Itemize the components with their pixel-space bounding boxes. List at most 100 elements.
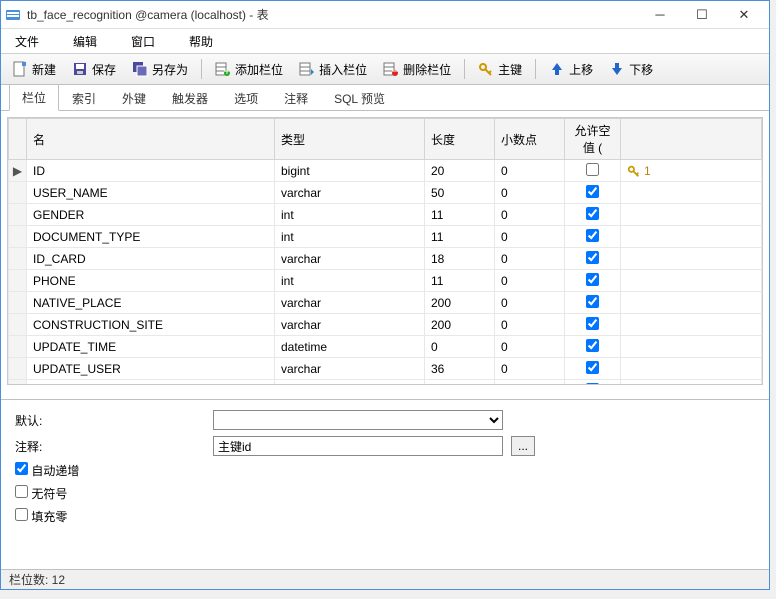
table-row[interactable]: UPDATE_TIMEdatetime00 [9,336,762,358]
cell-key[interactable] [621,226,762,248]
delcol-button[interactable]: − 删除栏位 [376,57,458,81]
table-row[interactable]: DOCUMENT_TYPEint110 [9,226,762,248]
unsigned-checkbox[interactable]: 无符号 [15,485,67,502]
movedown-button[interactable]: 下移 [602,57,660,81]
menu-help[interactable]: 帮助 [185,31,217,52]
cell-length[interactable]: 36 [425,358,495,380]
tab-sqlpreview[interactable]: SQL 预览 [321,85,398,111]
col-nullable[interactable]: 允许空值 ( [565,119,621,160]
cell-length[interactable]: 11 [425,226,495,248]
cell-nullable[interactable] [565,248,621,270]
cell-nullable[interactable] [565,204,621,226]
cell-type[interactable]: varchar [275,248,425,270]
cell-key[interactable] [621,248,762,270]
menu-file[interactable]: 文件 [11,31,43,52]
cell-type[interactable]: int [275,204,425,226]
cell-type[interactable]: int [275,226,425,248]
cell-length[interactable]: 11 [425,204,495,226]
cell-type[interactable]: int [275,270,425,292]
inscol-button[interactable]: 插入栏位 [292,57,374,81]
col-name[interactable]: 名 [27,119,275,160]
primarykey-button[interactable]: 主键 [471,57,529,81]
col-length[interactable]: 长度 [425,119,495,160]
cell-length[interactable]: 0 [425,336,495,358]
cell-decimals[interactable]: 0 [495,292,565,314]
cell-name[interactable]: NATIVE_PLACE [27,292,275,314]
cell-key[interactable] [621,204,762,226]
save-button[interactable]: 保存 [65,57,123,81]
saveas-button[interactable]: 另存为 [125,57,195,81]
cell-nullable[interactable] [565,292,621,314]
table-row[interactable]: CONSTRUCTION_SITEvarchar2000 [9,314,762,336]
cell-decimals[interactable]: 0 [495,380,565,386]
cell-key[interactable] [621,336,762,358]
comment-more-button[interactable]: ... [511,436,535,456]
col-type[interactable]: 类型 [275,119,425,160]
cell-nullable[interactable] [565,226,621,248]
cell-decimals[interactable]: 0 [495,336,565,358]
cell-type[interactable]: datetime [275,336,425,358]
table-row[interactable]: ▶IDbigint2001 [9,160,762,182]
cell-name[interactable]: PHONE [27,270,275,292]
cell-length[interactable]: 20 [425,160,495,182]
cell-nullable[interactable] [565,182,621,204]
table-row[interactable]: CREATE_TIMEdatetime00 [9,380,762,386]
cell-name[interactable]: GENDER [27,204,275,226]
cell-decimals[interactable]: 0 [495,270,565,292]
cell-nullable[interactable] [565,358,621,380]
default-combo[interactable] [213,410,503,430]
comment-input[interactable] [213,436,503,456]
cell-name[interactable]: UPDATE_TIME [27,336,275,358]
cell-key[interactable] [621,292,762,314]
table-row[interactable]: PHONEint110 [9,270,762,292]
tab-options[interactable]: 选项 [221,85,271,111]
cell-decimals[interactable]: 0 [495,226,565,248]
cell-length[interactable]: 50 [425,182,495,204]
table-row[interactable]: USER_NAMEvarchar500 [9,182,762,204]
cell-key[interactable] [621,358,762,380]
minimize-button[interactable]: ─ [639,2,681,28]
tab-indexes[interactable]: 索引 [59,85,109,111]
cell-key[interactable] [621,182,762,204]
col-decimals[interactable]: 小数点 [495,119,565,160]
cell-type[interactable]: varchar [275,358,425,380]
cell-nullable[interactable] [565,160,621,182]
maximize-button[interactable]: ☐ [681,2,723,28]
moveup-button[interactable]: 上移 [542,57,600,81]
cell-decimals[interactable]: 0 [495,204,565,226]
cell-length[interactable]: 200 [425,314,495,336]
cell-key[interactable] [621,380,762,386]
menu-window[interactable]: 窗口 [127,31,159,52]
col-key[interactable] [621,119,762,160]
table-row[interactable]: GENDERint110 [9,204,762,226]
cell-key[interactable]: 1 [621,160,762,182]
cell-length[interactable]: 0 [425,380,495,386]
cell-length[interactable]: 11 [425,270,495,292]
tab-foreignkeys[interactable]: 外键 [109,85,159,111]
cell-decimals[interactable]: 0 [495,248,565,270]
fields-grid[interactable]: 名 类型 长度 小数点 允许空值 ( ▶IDbigint2001USER_NAM… [7,117,763,385]
new-button[interactable]: 新建 [5,57,63,81]
cell-type[interactable]: bigint [275,160,425,182]
menu-edit[interactable]: 编辑 [69,31,101,52]
cell-name[interactable]: USER_NAME [27,182,275,204]
cell-nullable[interactable] [565,314,621,336]
cell-key[interactable] [621,314,762,336]
cell-length[interactable]: 18 [425,248,495,270]
cell-name[interactable]: CREATE_TIME [27,380,275,386]
cell-nullable[interactable] [565,380,621,386]
cell-decimals[interactable]: 0 [495,182,565,204]
table-row[interactable]: NATIVE_PLACEvarchar2000 [9,292,762,314]
cell-decimals[interactable]: 0 [495,160,565,182]
cell-type[interactable]: varchar [275,182,425,204]
autoinc-checkbox[interactable]: 自动递增 [15,462,79,479]
close-button[interactable]: ✕ [723,2,765,28]
tab-comment[interactable]: 注释 [271,85,321,111]
tab-fields[interactable]: 栏位 [9,84,59,111]
cell-name[interactable]: DOCUMENT_TYPE [27,226,275,248]
addcol-button[interactable]: + 添加栏位 [208,57,290,81]
cell-decimals[interactable]: 0 [495,314,565,336]
cell-nullable[interactable] [565,270,621,292]
cell-nullable[interactable] [565,336,621,358]
cell-length[interactable]: 200 [425,292,495,314]
